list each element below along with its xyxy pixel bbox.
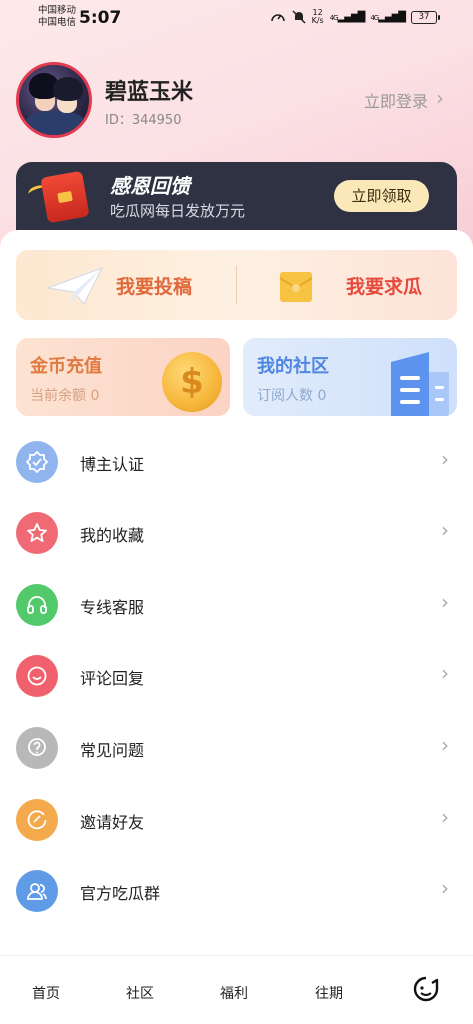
question-icon [16,727,58,769]
carrier-2: 中国电信 [38,17,77,28]
action-row: 我要投稿 我要求瓜 [16,250,457,320]
menu-item-4[interactable]: 常见问题 › [0,718,473,778]
menu-item-label: 邀请好友 [80,813,145,832]
speed-dial-icon [270,14,285,22]
nav-profile-face-icon[interactable] [412,975,440,1003]
avatar-figure-body [25,111,85,135]
menu-item-0[interactable]: 博主认证 › [0,432,473,492]
chevron-right-icon: › [441,876,449,900]
paper-plane-icon[interactable] [44,264,106,308]
subscriber-count: 订阅人数 0 [257,388,327,404]
nav-community[interactable]: 社区 [126,983,154,1003]
chevron-right-icon: › [441,447,449,471]
claim-button[interactable]: 立即领取 [334,180,429,212]
status-icons: 12 K/s 4G▂▄▆█ 4G▂▄▆█ 37 [270,9,440,25]
group-icon [16,870,58,912]
submit-post-button[interactable]: 我要投稿 [116,272,192,299]
avatar[interactable] [16,62,92,138]
menu-item-6[interactable]: 官方吃瓜群 › [0,861,473,921]
menu-item-2[interactable]: 专线客服 › [0,575,473,635]
chevron-right-icon: › [441,518,449,542]
invite-icon [16,799,58,841]
menu-item-1[interactable]: 我的收藏 › [0,503,473,563]
coin-recharge-tile[interactable]: 金币充值 当前余额 0 $ [16,338,230,416]
signal-1: 4G▂▄▆█ [329,11,366,23]
status-bar: 中国移动 中国电信 5:07 12 K/s 4G▂▄▆█ 4G▂▄▆█ 37 [0,0,473,34]
menu-item-label: 我的收藏 [80,526,145,545]
speed-unit: K/s [311,16,324,25]
banner-title: 感恩回馈 [110,174,190,198]
red-envelope-icon [40,170,90,224]
menu-item-label: 专线客服 [80,598,145,617]
gift-envelope-icon[interactable] [274,264,318,308]
my-community-title: 我的社区 [257,356,329,377]
avatar-hair-2 [53,77,83,101]
battery-icon: 37 [411,10,440,24]
chevron-right-icon: › [441,590,449,614]
network-type-2: 4G [370,13,379,22]
nav-welfare[interactable]: 福利 [220,983,248,1003]
menu-item-label: 官方吃瓜群 [80,884,161,903]
clock: 5:07 [79,8,122,28]
building-icon [391,352,449,416]
nav-home[interactable]: 首页 [32,983,60,1003]
menu-item-5[interactable]: 邀请好友 › [0,790,473,850]
menu-item-label: 常见问题 [80,741,145,760]
network-speed: 12 K/s [312,9,324,25]
dollar-coin-icon: $ [162,352,222,412]
carrier-1: 中国移动 [38,5,77,16]
my-community-tile[interactable]: 我的社区 订阅人数 0 [243,338,457,416]
headset-icon [16,584,58,626]
carrier-info: 中国移动 中国电信 [38,5,76,29]
menu-item-3[interactable]: 评论回复 › [0,646,473,706]
coin-balance: 当前余额 0 [30,388,100,404]
nav-past[interactable]: 往期 [315,983,343,1003]
mute-bell-icon [292,10,306,24]
request-gossip-button[interactable]: 我要求瓜 [346,272,422,299]
menu-item-label: 博主认证 [80,455,145,474]
network-type-1: 4G [329,13,339,22]
coin-recharge-title: 金币充值 [30,356,102,377]
smile-comment-icon [16,655,58,697]
chevron-right-icon: › [441,733,449,757]
chevron-right-icon[interactable]: › [436,86,444,110]
banner-subtitle: 吃瓜网每日发放万元 [110,202,246,220]
user-id: ID：344950 [105,113,182,128]
verified-badge-icon [16,441,58,483]
signal-2: 4G▂▄▆█ [370,11,406,23]
promo-banner[interactable]: 感恩回馈 吃瓜网每日发放万元 立即领取 [16,162,457,240]
divider [236,266,237,304]
star-icon [16,512,58,554]
bottom-nav: 首页 社区 福利 往期 [0,955,473,1024]
chevron-right-icon: › [441,805,449,829]
menu-item-label: 评论回复 [80,669,145,688]
chevron-right-icon: › [441,661,449,685]
username: 碧蓝玉米 [105,80,194,105]
login-link[interactable]: 立即登录 [364,88,428,112]
